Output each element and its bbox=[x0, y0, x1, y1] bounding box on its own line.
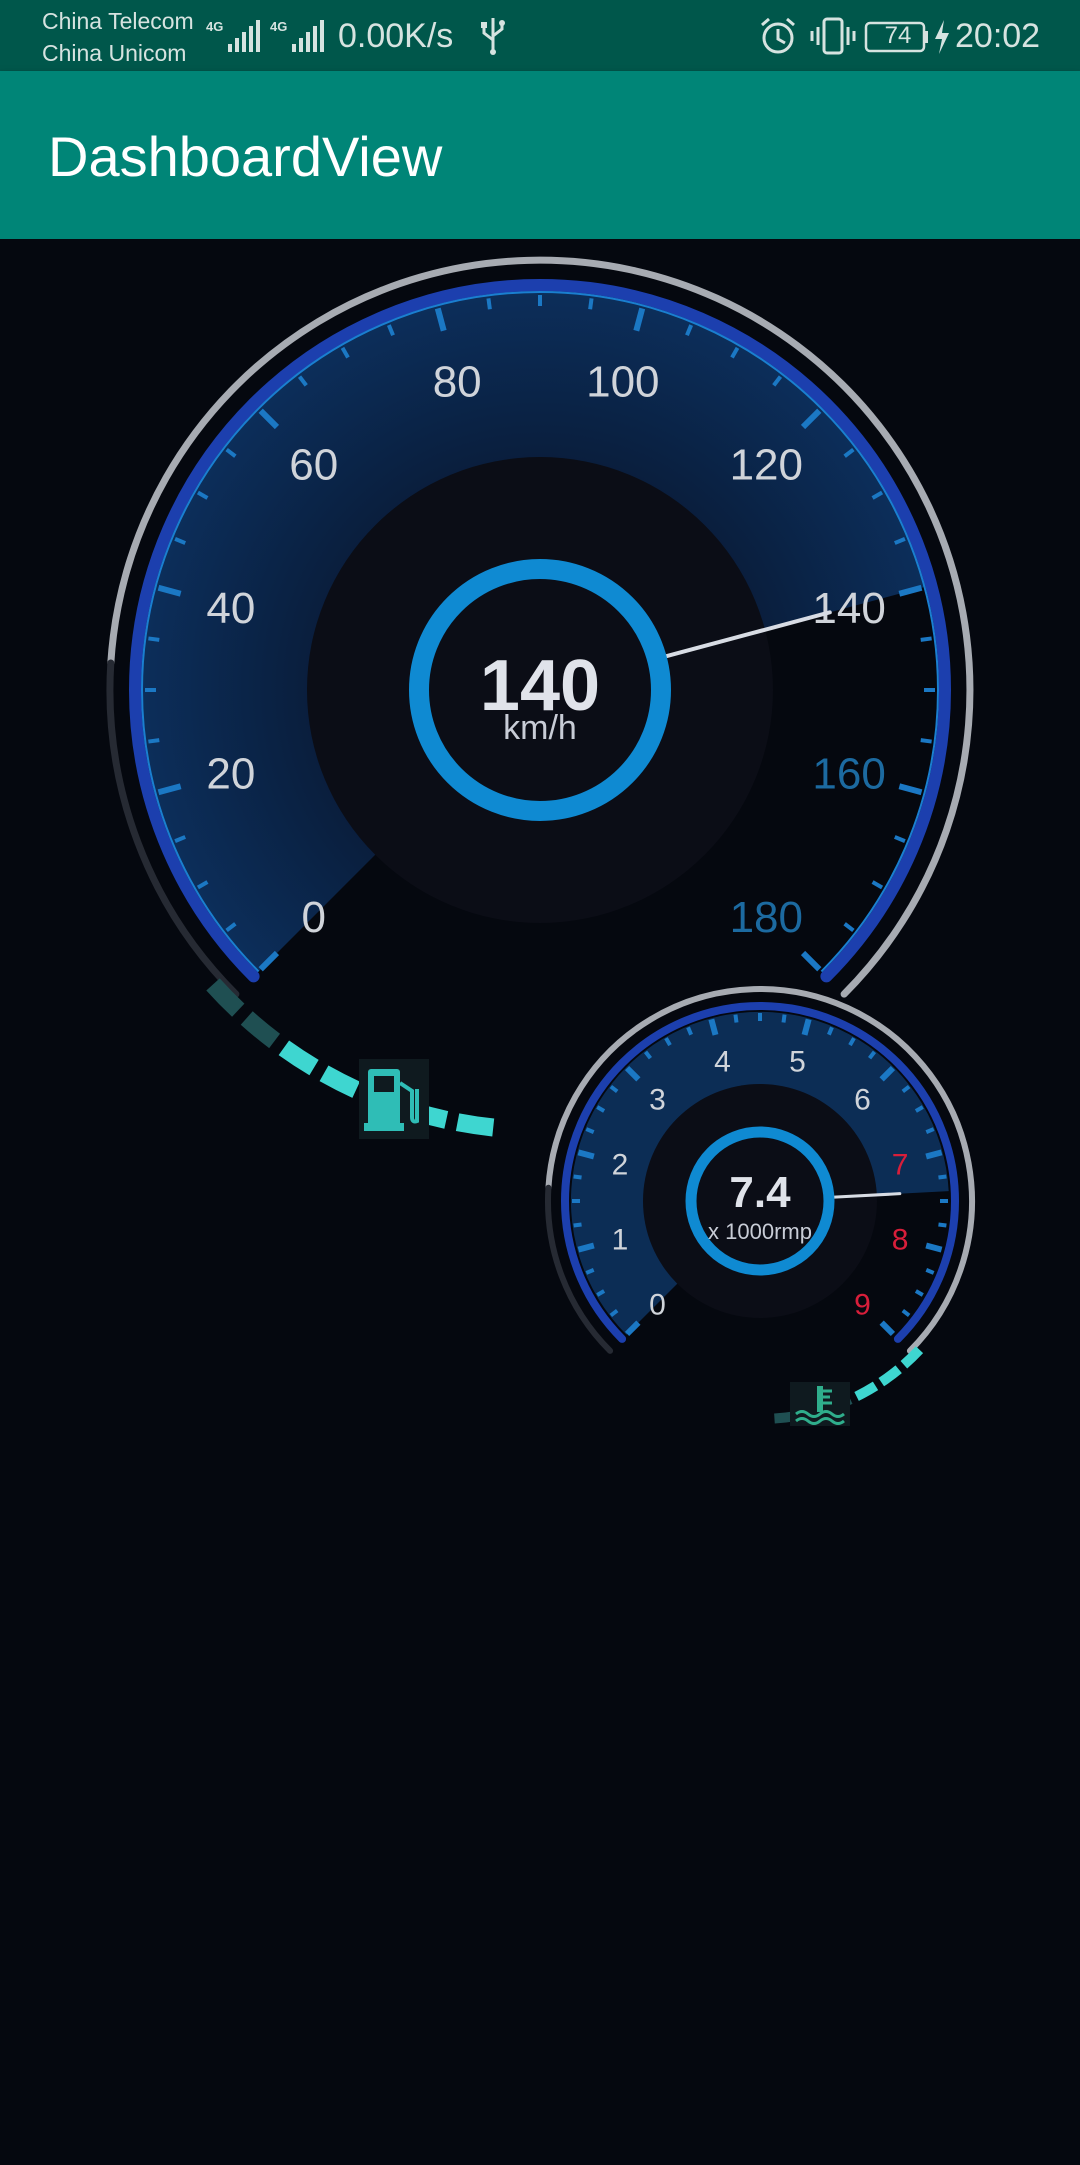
gauge-minor-tick bbox=[686, 1026, 693, 1036]
gauge-minor-tick bbox=[925, 1127, 935, 1134]
gauge-label: 3 bbox=[649, 1083, 666, 1116]
svg-text:4G: 4G bbox=[206, 19, 223, 34]
alarm-icon bbox=[761, 17, 795, 54]
clock: 20:02 bbox=[955, 17, 1041, 55]
temperature-segment bbox=[878, 1365, 902, 1387]
gauge-minor-tick bbox=[486, 298, 492, 310]
gauge-major-tick bbox=[801, 1018, 812, 1036]
gauge-label: 7 bbox=[892, 1148, 909, 1181]
gauge-minor-tick bbox=[588, 298, 594, 310]
gauge-label: 4 bbox=[714, 1046, 731, 1079]
gauge-minor-tick bbox=[573, 1174, 582, 1180]
gauge-minor-tick bbox=[914, 1289, 924, 1297]
network-speed: 0.00K/s bbox=[338, 17, 454, 55]
fuel-segment bbox=[240, 1011, 281, 1049]
gauge-label: 20 bbox=[206, 750, 255, 799]
gauge-major-tick bbox=[708, 1018, 719, 1036]
gauge-label: 8 bbox=[892, 1223, 909, 1256]
gauge-minor-tick bbox=[573, 1222, 582, 1228]
gauge-label: 6 bbox=[854, 1083, 871, 1116]
gauge-label: 0 bbox=[649, 1288, 666, 1321]
signal-4g-icon: 4G bbox=[270, 19, 324, 52]
carrier-secondary: China Unicom bbox=[42, 40, 187, 66]
gauge-label: 9 bbox=[854, 1288, 871, 1321]
status-bar: China Telecom China Unicom 4G 4G 0.00K/s bbox=[0, 0, 1080, 71]
gauge-minor-tick bbox=[843, 922, 855, 933]
gauge-minor-tick bbox=[585, 1268, 595, 1275]
gauge-major-tick bbox=[879, 1320, 896, 1337]
gauge-label: 120 bbox=[730, 441, 803, 490]
gauge-label: 40 bbox=[206, 584, 255, 633]
signal-4g-icon: 4G bbox=[206, 19, 260, 52]
gauge-label: 180 bbox=[730, 893, 803, 942]
dashboard-canvas: 020406080 100120140160180 140 km/h 01234 5… bbox=[106, 256, 975, 1426]
gauge-major-tick bbox=[925, 1149, 943, 1160]
gauge-label: 80 bbox=[433, 358, 482, 407]
gauge-minor-tick bbox=[781, 1014, 787, 1023]
gauge-label: 140 bbox=[812, 584, 885, 633]
fuel-pump-icon bbox=[359, 1059, 429, 1139]
gauge-label: 2 bbox=[612, 1148, 629, 1181]
gauge-minor-tick bbox=[733, 1014, 739, 1023]
page-title: DashboardView bbox=[48, 125, 443, 188]
gauge-major-tick bbox=[925, 1242, 943, 1253]
gauge-minor-tick bbox=[827, 1026, 834, 1036]
gauge-minor-tick bbox=[920, 738, 932, 744]
charging-icon bbox=[935, 20, 949, 54]
gauge-major-tick bbox=[577, 1242, 595, 1253]
gauge-major-tick bbox=[898, 783, 923, 796]
battery-level: 74 bbox=[884, 22, 912, 49]
gauge-minor-tick bbox=[938, 1174, 947, 1180]
coolant-temperature-icon bbox=[790, 1382, 850, 1426]
fuel-segment bbox=[455, 1113, 495, 1137]
speed-unit: km/h bbox=[503, 709, 577, 747]
app-bar: DashboardView bbox=[0, 71, 1080, 239]
gauge-minor-tick bbox=[148, 636, 160, 642]
rpm-unit: x 1000rmp bbox=[708, 1219, 812, 1244]
carrier-primary: China Telecom bbox=[42, 8, 194, 34]
fuel-segment bbox=[319, 1065, 360, 1098]
gauge-label: 5 bbox=[789, 1046, 806, 1079]
fuel-level-bar bbox=[206, 978, 495, 1137]
temperature-segment bbox=[854, 1381, 879, 1401]
gauge-minor-tick bbox=[938, 1222, 947, 1228]
svg-text:4G: 4G bbox=[270, 19, 287, 34]
gauge-minor-tick bbox=[894, 835, 906, 844]
gauge-label: 100 bbox=[586, 358, 659, 407]
gauge-minor-tick bbox=[871, 880, 884, 890]
gauge-minor-tick bbox=[920, 636, 932, 642]
rpm-value: 7.4 bbox=[729, 1168, 791, 1217]
gauge-minor-tick bbox=[148, 738, 160, 744]
fuel-segment bbox=[278, 1040, 319, 1076]
gauge-label: 60 bbox=[289, 441, 338, 490]
gauge-label: 160 bbox=[812, 750, 885, 799]
gauge-label: 1 bbox=[612, 1223, 629, 1256]
tachometer: 01234 56789 7.4 x 1000rmp bbox=[544, 986, 975, 1426]
vibrate-icon bbox=[810, 17, 856, 55]
gauge-minor-tick bbox=[925, 1268, 935, 1275]
gauge-minor-tick bbox=[901, 1308, 911, 1318]
gauge-label: 0 bbox=[301, 893, 325, 942]
temperature-segment bbox=[900, 1346, 924, 1369]
dashboard-view: 0 20 40 60 80 100 120 140 160 180 140 km/h 012345… bbox=[0, 239, 1080, 2160]
gauge-major-tick bbox=[577, 1149, 595, 1160]
gauge-minor-tick bbox=[585, 1127, 595, 1134]
usb-icon bbox=[481, 18, 505, 55]
gauge-major-tick bbox=[800, 950, 822, 972]
